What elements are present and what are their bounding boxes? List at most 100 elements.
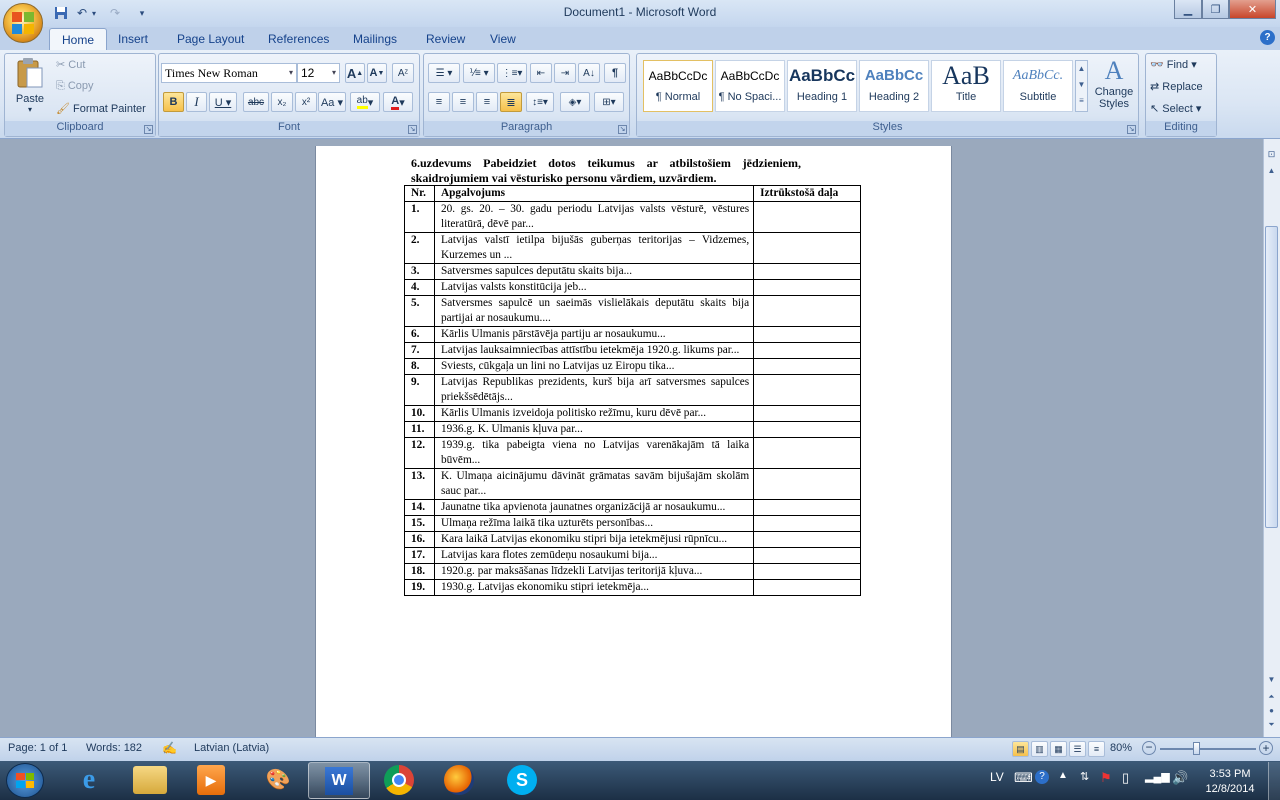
row-number[interactable]: 8. [404,358,435,375]
input-language[interactable]: LV [990,770,1004,784]
align-center-button[interactable]: ≡ [452,92,474,112]
tray-network-icon[interactable]: ⇅ [1080,770,1089,783]
battery-icon[interactable]: ▯ [1122,770,1129,786]
print-layout-icon[interactable]: ▤ [1012,741,1029,757]
row-number[interactable]: 15. [404,515,435,532]
row-answer-cell[interactable] [753,279,861,296]
row-number[interactable]: 12. [404,437,435,469]
change-styles-button[interactable]: A Change Styles [1092,56,1136,118]
draft-icon[interactable]: ≡ [1088,741,1105,757]
media-player-icon[interactable]: ▶ [197,765,225,795]
italic-button[interactable]: I [186,92,207,112]
row-number[interactable]: 13. [404,468,435,500]
show-formatting-button[interactable]: ¶ [604,63,626,83]
full-screen-reading-icon[interactable]: ▥ [1031,741,1048,757]
format-painter-button[interactable]: 🖌 Format Painter [56,102,146,115]
subscript-button[interactable]: x₂ [271,92,293,112]
justify-button[interactable]: ≣ [500,92,522,112]
sort-button[interactable]: A↓ [578,63,600,83]
borders-button[interactable]: ⊞ ▾ [594,92,624,112]
row-answer-cell[interactable] [753,263,861,280]
row-number[interactable]: 17. [404,547,435,564]
row-answer-cell[interactable] [753,405,861,422]
zoom-out-icon[interactable]: − [1142,741,1156,755]
row-answer-cell[interactable] [753,295,861,327]
superscript-button[interactable]: x² [295,92,317,112]
find-button[interactable]: 👓 Find ▾ [1150,58,1197,71]
scroll-thumb[interactable] [1265,226,1278,528]
styles-gallery-scroll[interactable]: ▲ ▼ ≡ [1075,60,1088,112]
row-statement[interactable]: Latvijas valsts konstitūcija jeb... [433,279,755,296]
row-statement[interactable]: Sviests, cūkgaļa un lini no Latvijas uz … [433,358,755,375]
row-number[interactable]: 1. [404,201,435,233]
outline-icon[interactable]: ☰ [1069,741,1086,757]
font-color-button[interactable]: A ▾ [383,92,413,112]
style-subtitle[interactable]: AaBbCc. Subtitle [1003,60,1073,112]
replace-button[interactable]: ⇄ Replace [1150,80,1203,93]
row-statement[interactable]: Kara laikā Latvijas ekonomiku stipri bij… [433,531,755,548]
row-answer-cell[interactable] [753,579,861,596]
styles-dialog-launcher-icon[interactable]: ↘ [1127,125,1136,134]
style-normal[interactable]: AaBbCcDc ¶ Normal [643,60,713,112]
row-number[interactable]: 9. [404,374,435,406]
increase-indent-button[interactable]: ⇥ [554,63,576,83]
row-answer-cell[interactable] [753,421,861,438]
bullets-button[interactable]: ☰ ▾ [428,63,460,83]
tray-expand-icon[interactable]: ▲ [1058,770,1068,781]
row-statement[interactable]: 1939.g. tika pabeigta viena no Latvijas … [433,437,755,469]
row-statement[interactable]: Ulmaņa režīma laikā tika uzturēts person… [433,515,755,532]
align-right-button[interactable]: ≡ [476,92,498,112]
align-left-button[interactable]: ≡ [428,92,450,112]
exercise-heading[interactable]: 6.uzdevums Pabeidziet dotos teikumus ar … [411,156,801,185]
word-taskbar-button[interactable]: W [308,762,370,799]
select-button[interactable]: ↖ Select ▾ [1150,102,1201,115]
row-statement[interactable]: 1920.g. par maksāšanas līdzekli Latvijas… [433,563,755,580]
cut-button[interactable]: ✂ Cut [56,58,85,71]
font-family-select[interactable]: Times New Roman ▾ [161,63,297,83]
proofing-icon[interactable]: ✍ [162,741,177,755]
start-button[interactable] [6,763,44,798]
row-answer-cell[interactable] [753,326,861,343]
tray-help-icon[interactable]: ? [1035,770,1049,784]
tab-mailings[interactable]: Mailings [341,28,409,50]
tab-view[interactable]: View [478,28,528,50]
minimize-button[interactable]: ▁ [1174,0,1202,19]
row-statement[interactable]: Kārlis Ulmanis izveidoja politisko režīm… [433,405,755,422]
row-answer-cell[interactable] [753,342,861,359]
row-answer-cell[interactable] [753,499,861,516]
style-heading-1[interactable]: AaBbCc Heading 1 [787,60,857,112]
language-indicator[interactable]: Latvian (Latvia) [194,742,269,754]
clipboard-dialog-launcher-icon[interactable]: ↘ [144,125,153,134]
bold-button[interactable]: B [163,92,184,112]
row-statement[interactable]: 1930.g. Latvijas ekonomiku stipri ietekm… [433,579,755,596]
font-size-select[interactable]: 12 ▾ [297,63,340,83]
style-no-spacing[interactable]: AaBbCcDc ¶ No Spaci... [715,60,785,112]
paragraph-dialog-launcher-icon[interactable]: ↘ [618,125,627,134]
keyboard-icon[interactable]: ⌨ [1014,770,1033,786]
show-desktop-button[interactable] [1268,762,1280,800]
paint-icon[interactable]: 🎨 [262,765,294,795]
style-title[interactable]: AaB Title [931,60,1001,112]
row-number[interactable]: 19. [404,579,435,596]
row-answer-cell[interactable] [753,232,861,264]
restore-button[interactable]: ❐ [1202,0,1229,19]
zoom-in-icon[interactable]: + [1259,741,1273,755]
internet-explorer-icon[interactable]: e [72,764,106,796]
row-statement[interactable]: Latvijas Republikas prezidents, kurš bij… [433,374,755,406]
clear-formatting-icon[interactable]: Aᶻ [392,63,414,83]
skype-icon[interactable]: S [507,765,537,795]
font-dialog-launcher-icon[interactable]: ↘ [408,125,417,134]
shading-button[interactable]: ◈ ▾ [560,92,590,112]
row-statement[interactable]: Satversmes sapulcē un saeimās vislielāka… [433,295,755,327]
multilevel-list-button[interactable]: ⋮≡▾ [497,63,527,83]
row-answer-cell[interactable] [753,374,861,406]
copy-button[interactable]: ⎘ Copy [56,80,94,93]
zoom-slider-thumb[interactable] [1193,742,1200,755]
highlight-color-button[interactable]: ab ▾ [350,92,380,112]
tab-references[interactable]: References [256,28,341,50]
volume-icon[interactable]: 🔊 [1172,770,1188,786]
office-button[interactable] [3,3,43,43]
change-case-button[interactable]: Aa ▾ [318,92,346,112]
row-answer-cell[interactable] [753,547,861,564]
line-spacing-button[interactable]: ↕≡▾ [526,92,554,112]
